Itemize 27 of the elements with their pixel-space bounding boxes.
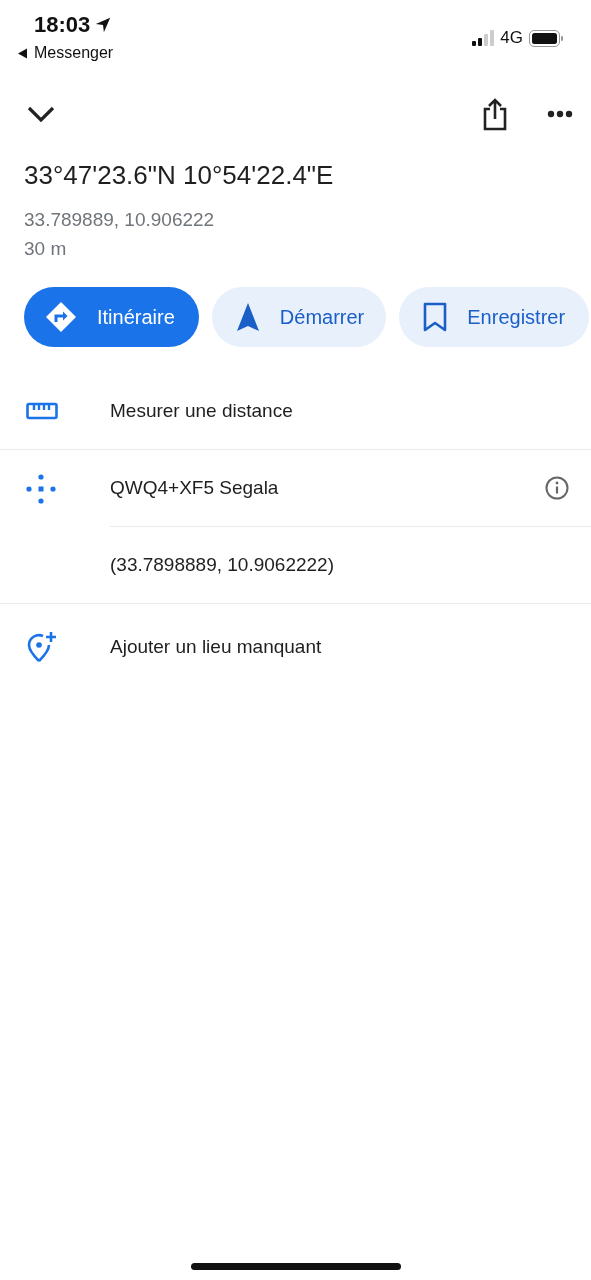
more-button[interactable]: [547, 110, 573, 118]
place-title: 33°47'23.6"N 10°54'22.4"E: [24, 160, 335, 191]
collapse-button[interactable]: [26, 104, 56, 124]
info-button[interactable]: [545, 476, 569, 500]
back-arrow-icon: [18, 47, 28, 59]
back-link[interactable]: Messenger: [18, 44, 114, 62]
network-label: 4G: [500, 28, 523, 48]
signal-icon: [472, 30, 495, 46]
battery-icon: [529, 29, 563, 47]
location-arrow-icon: [94, 16, 113, 34]
add-location-icon: [26, 631, 58, 663]
add-place-item[interactable]: Ajouter un lieu manquant: [110, 636, 322, 658]
measure-distance-item[interactable]: Mesurer une distance: [110, 400, 293, 422]
plus-code-icon: [26, 473, 56, 504]
start-button[interactable]: Démarrer: [211, 287, 387, 347]
decimal-coordinates: 33.789889, 10.906222: [24, 208, 216, 232]
directions-button[interactable]: Itinéraire: [24, 287, 199, 347]
coordinates-label: (33.7898889, 10.9062222): [110, 554, 334, 576]
directions-icon: [45, 301, 77, 333]
navigation-arrow-icon: [235, 302, 260, 332]
plus-code-label: QWQ4+XF5 Segala: [110, 477, 279, 499]
status-time: 18:03: [34, 12, 91, 38]
ruler-icon: [26, 402, 58, 420]
accuracy-label: 30 m: [24, 237, 68, 261]
bookmark-icon: [423, 302, 448, 332]
share-button[interactable]: [481, 97, 509, 131]
save-button[interactable]: Enregistrer: [399, 287, 590, 347]
